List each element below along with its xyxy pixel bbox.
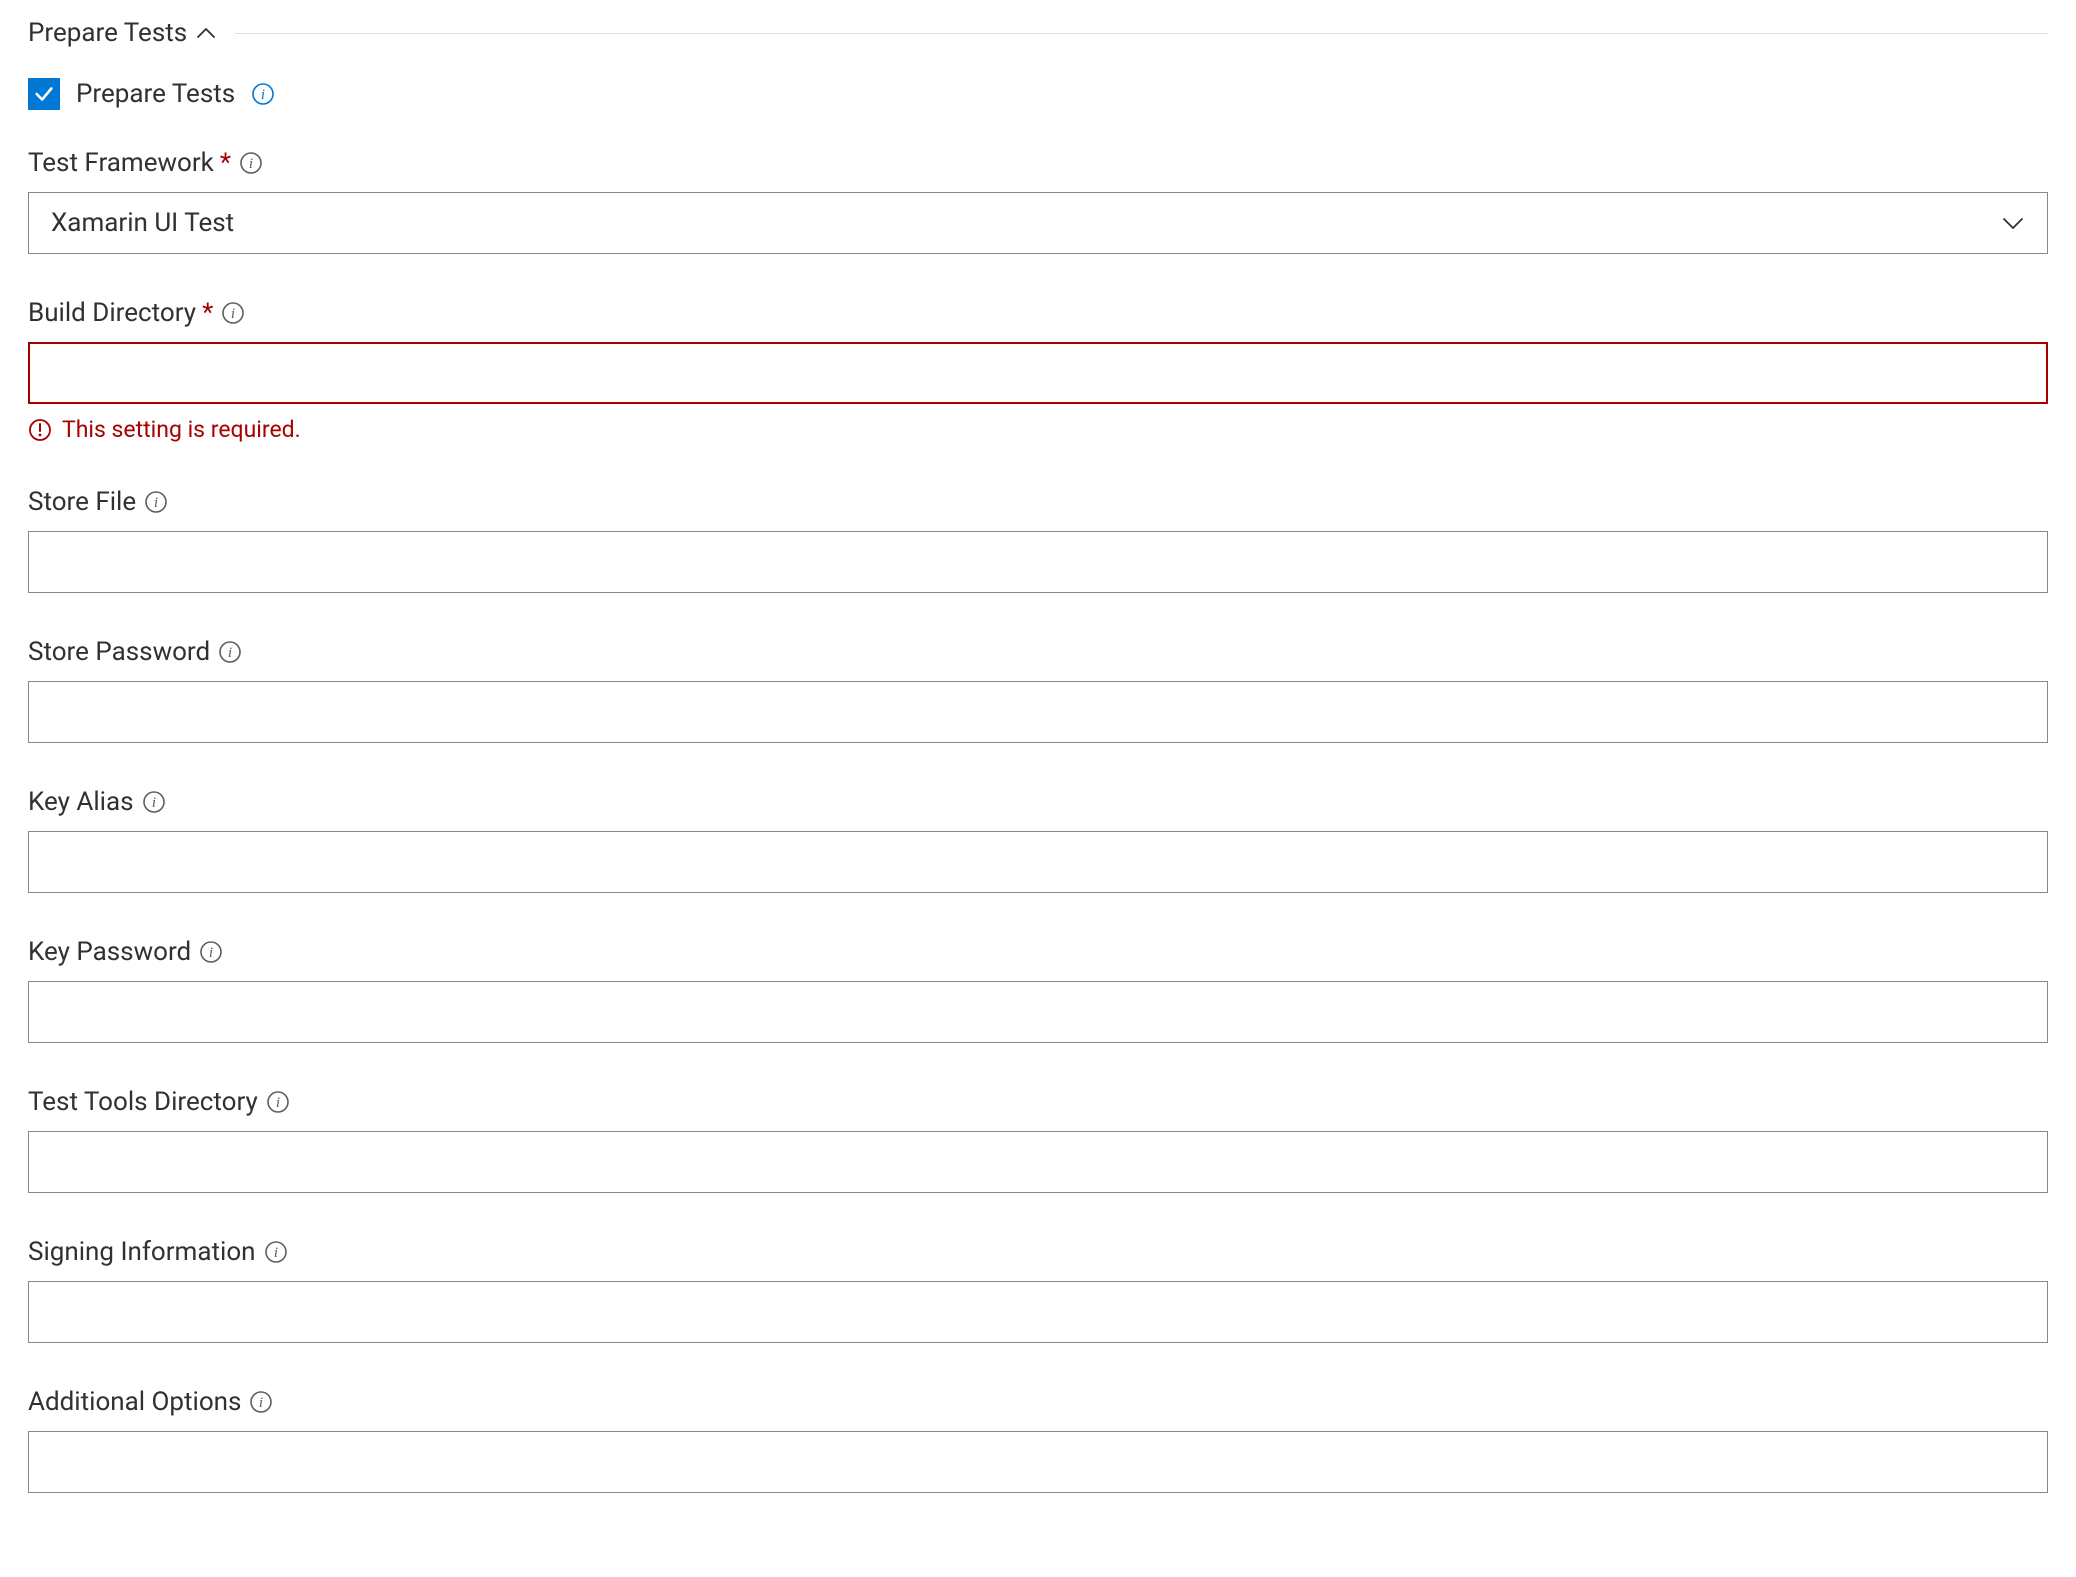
info-icon[interactable]: i	[249, 1390, 273, 1414]
key-alias-input[interactable]	[28, 831, 2048, 893]
section-header[interactable]: Prepare Tests	[28, 18, 2048, 48]
build-directory-label-row: Build Directory * i	[28, 298, 2048, 328]
info-icon[interactable]: i	[199, 940, 223, 964]
prepare-tests-checkbox-label: Prepare Tests	[76, 79, 235, 109]
info-icon[interactable]: i	[218, 640, 242, 664]
key-password-label: Key Password	[28, 937, 191, 967]
signing-information-group: Signing Information i	[28, 1237, 2048, 1343]
form-container: Prepare Tests Prepare Tests i Test Frame…	[0, 0, 2076, 1577]
info-icon[interactable]: i	[266, 1090, 290, 1114]
build-directory-error-text: This setting is required.	[62, 416, 301, 443]
svg-text:i: i	[228, 645, 232, 661]
prepare-tests-checkbox-row: Prepare Tests i	[28, 78, 2048, 110]
signing-information-label: Signing Information	[28, 1237, 256, 1267]
key-password-group: Key Password i	[28, 937, 2048, 1043]
test-framework-group: Test Framework * i	[28, 148, 2048, 254]
store-password-group: Store Password i	[28, 637, 2048, 743]
svg-text:i: i	[261, 87, 265, 103]
required-asterisk: *	[202, 298, 213, 328]
test-tools-directory-label-row: Test Tools Directory i	[28, 1087, 2048, 1117]
chevron-up-icon	[197, 24, 215, 42]
required-asterisk: *	[220, 148, 231, 178]
svg-text:i: i	[273, 1245, 277, 1261]
key-alias-label-row: Key Alias i	[28, 787, 2048, 817]
key-alias-group: Key Alias i	[28, 787, 2048, 893]
signing-information-input[interactable]	[28, 1281, 2048, 1343]
key-alias-label: Key Alias	[28, 787, 134, 817]
info-icon[interactable]: i	[239, 151, 263, 175]
test-framework-label-row: Test Framework * i	[28, 148, 2048, 178]
key-password-input[interactable]	[28, 981, 2048, 1043]
svg-text:i: i	[259, 1395, 263, 1411]
test-tools-directory-input[interactable]	[28, 1131, 2048, 1193]
info-icon[interactable]: i	[221, 301, 245, 325]
svg-text:i: i	[154, 495, 158, 511]
test-tools-directory-group: Test Tools Directory i	[28, 1087, 2048, 1193]
test-framework-label: Test Framework	[28, 148, 214, 178]
section-title: Prepare Tests	[28, 18, 187, 48]
error-icon	[28, 418, 52, 442]
additional-options-input[interactable]	[28, 1431, 2048, 1493]
signing-information-label-row: Signing Information i	[28, 1237, 2048, 1267]
section-divider	[235, 33, 2048, 34]
store-password-input[interactable]	[28, 681, 2048, 743]
test-framework-select[interactable]	[28, 192, 2048, 254]
test-framework-select-wrapper	[28, 192, 2048, 254]
svg-text:i: i	[231, 306, 235, 322]
additional-options-label: Additional Options	[28, 1387, 241, 1417]
build-directory-input[interactable]	[28, 342, 2048, 404]
store-file-label-row: Store File i	[28, 487, 2048, 517]
store-file-group: Store File i	[28, 487, 2048, 593]
key-password-label-row: Key Password i	[28, 937, 2048, 967]
svg-text:i: i	[276, 1095, 280, 1111]
info-icon[interactable]: i	[264, 1240, 288, 1264]
svg-text:i: i	[151, 795, 155, 811]
svg-text:i: i	[249, 156, 253, 172]
store-password-label-row: Store Password i	[28, 637, 2048, 667]
info-icon[interactable]: i	[251, 82, 275, 106]
store-password-label: Store Password	[28, 637, 210, 667]
info-icon[interactable]: i	[142, 790, 166, 814]
prepare-tests-checkbox[interactable]	[28, 78, 60, 110]
store-file-label: Store File	[28, 487, 136, 517]
additional-options-group: Additional Options i	[28, 1387, 2048, 1493]
info-icon[interactable]: i	[144, 490, 168, 514]
additional-options-label-row: Additional Options i	[28, 1387, 2048, 1417]
svg-text:i: i	[209, 945, 213, 961]
build-directory-label: Build Directory	[28, 298, 196, 328]
store-file-input[interactable]	[28, 531, 2048, 593]
build-directory-error-row: This setting is required.	[28, 416, 2048, 443]
test-tools-directory-label: Test Tools Directory	[28, 1087, 258, 1117]
build-directory-group: Build Directory * i This setting is requ…	[28, 298, 2048, 443]
